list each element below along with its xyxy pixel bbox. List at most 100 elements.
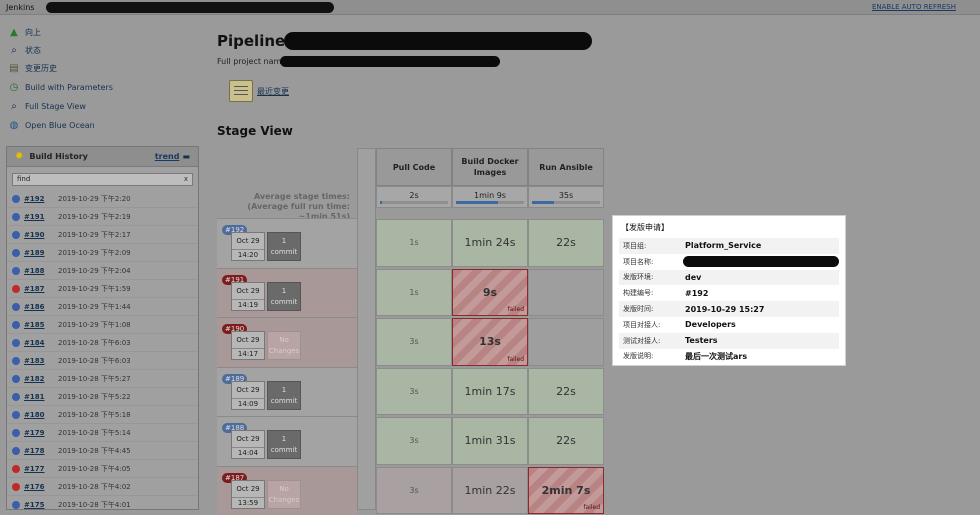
changes-box[interactable]: NoChanges <box>267 480 301 509</box>
build-number-link[interactable]: #182 <box>24 375 58 383</box>
clear-find-button[interactable]: x <box>184 174 188 185</box>
build-number-link[interactable]: #175 <box>24 501 58 509</box>
stage-view-divider <box>357 148 376 510</box>
build-date-month: Oct 29 <box>232 484 264 495</box>
build-history-row[interactable]: #1772019-10-28 下午4:05 <box>7 460 198 478</box>
build-history-row[interactable]: #1892019-10-29 下午2:09 <box>7 244 198 262</box>
build-history-row[interactable]: #1762019-10-28 下午4:02 <box>7 478 198 496</box>
sidebar-item-blue-ocean[interactable]: ◍ Open Blue Ocean <box>8 117 95 133</box>
build-number-link[interactable]: #188 <box>24 267 58 275</box>
stage-cell[interactable]: 1min 24s <box>452 219 528 267</box>
changes-box[interactable]: 1commit <box>267 282 301 311</box>
status-ball-icon <box>12 465 20 473</box>
search-icon: ⌕ <box>8 100 20 112</box>
stage-cell[interactable]: 9sfailed <box>452 269 528 317</box>
jenkins-brand[interactable]: Jenkins <box>6 0 34 15</box>
build-date: 2019-10-28 下午4:02 <box>58 482 131 492</box>
build-date-month: Oct 29 <box>232 286 264 297</box>
build-history-row[interactable]: #1832019-10-28 下午6:03 <box>7 352 198 370</box>
build-date-box: Oct 2914:04 <box>231 430 265 459</box>
stage-cell[interactable]: 1min 22s <box>452 467 528 515</box>
stage-cell[interactable]: 1s <box>376 269 452 317</box>
stage-cell[interactable]: 1min 31s <box>452 417 528 465</box>
status-ball-icon <box>12 393 20 401</box>
build-number-link[interactable]: #177 <box>24 465 58 473</box>
build-number-link[interactable]: #186 <box>24 303 58 311</box>
build-number-link[interactable]: #178 <box>24 447 58 455</box>
globe-icon: ◍ <box>8 119 20 131</box>
build-number-link[interactable]: #179 <box>24 429 58 437</box>
stage-cell[interactable]: 3s <box>376 467 452 515</box>
build-history-row[interactable]: #1902019-10-29 下午2:17 <box>7 226 198 244</box>
trend-minus-icon[interactable]: ▬ <box>182 152 190 161</box>
build-number-link[interactable]: #185 <box>24 321 58 329</box>
stage-cell[interactable]: 22s <box>528 368 604 416</box>
sidebar-item-status[interactable]: ⌕ 状态 <box>8 42 41 58</box>
changes-box[interactable]: 1commit <box>267 381 301 410</box>
build-history-row[interactable]: #1922019-10-29 下午2:20 <box>7 190 198 208</box>
stage-cell[interactable] <box>528 269 604 317</box>
stage-cell[interactable]: 3s <box>376 417 452 465</box>
stage-cell[interactable]: 3s <box>376 318 452 366</box>
build-date: 2019-10-29 下午1:59 <box>58 284 131 294</box>
stage-cell[interactable]: 1s <box>376 219 452 267</box>
stage-duration: 1min 31s <box>465 434 516 447</box>
sidebar-item-build-with-parameters[interactable]: ◷ Build with Parameters <box>8 79 113 95</box>
build-history-row[interactable]: #1912019-10-29 下午2:19 <box>7 208 198 226</box>
build-history-row[interactable]: #1842019-10-28 下午6:03 <box>7 334 198 352</box>
stage-cell[interactable]: 3s <box>376 368 452 416</box>
build-history-row[interactable]: #1822019-10-28 下午5:27 <box>7 370 198 388</box>
build-history-row[interactable]: #1882019-10-29 下午2:04 <box>7 262 198 280</box>
stage-duration: 1s <box>409 238 418 247</box>
stage-cell[interactable]: 13sfailed <box>452 318 528 366</box>
sidebar-item-up[interactable]: ▲ 向上 <box>8 24 41 40</box>
build-history-row[interactable]: #1862019-10-29 下午1:44 <box>7 298 198 316</box>
status-ball-icon <box>12 501 20 509</box>
build-history-row[interactable]: #1872019-10-29 下午1:59 <box>7 280 198 298</box>
stage-cell[interactable]: 22s <box>528 417 604 465</box>
build-history-row[interactable]: #1782019-10-28 下午4:45 <box>7 442 198 460</box>
sidebar-item-changes[interactable]: ▤ 变更历史 <box>8 60 57 76</box>
changes-box[interactable]: NoChanges <box>267 331 301 360</box>
trend-link[interactable]: trend <box>155 152 180 161</box>
stage-average-bar <box>532 201 600 204</box>
build-history-row[interactable]: #1802019-10-28 下午5:18 <box>7 406 198 424</box>
build-number-link[interactable]: #176 <box>24 483 58 491</box>
status-ball-icon <box>12 213 20 221</box>
build-number-link[interactable]: #192 <box>24 195 58 203</box>
popup-row: 发版说明:最后一次测试ars <box>619 349 839 365</box>
changes-box[interactable]: 1commit <box>267 232 301 261</box>
enable-auto-refresh-link[interactable]: ENABLE AUTO REFRESH <box>872 0 956 15</box>
build-number-link[interactable]: #191 <box>24 213 58 221</box>
stage-cell[interactable] <box>528 318 604 366</box>
sidebar-item-full-stage-view[interactable]: ⌕ Full Stage View <box>8 98 86 114</box>
sidebar-item-label: 向上 <box>25 27 41 38</box>
build-history-row[interactable]: #1752019-10-28 下午4:01 <box>7 496 198 514</box>
build-number-link[interactable]: #181 <box>24 393 58 401</box>
popup-row-value: #192 <box>685 289 708 298</box>
build-number-link[interactable]: #180 <box>24 411 58 419</box>
build-history-row[interactable]: #1812019-10-28 下午5:22 <box>7 388 198 406</box>
build-date: 2019-10-29 下午2:17 <box>58 230 131 240</box>
popup-row: 发版时间:2019-10-29 15:27 <box>619 301 839 317</box>
build-find-input[interactable]: find x <box>12 173 193 186</box>
changes-box[interactable]: 1commit <box>267 430 301 459</box>
sidebar-item-label: Build with Parameters <box>25 83 113 92</box>
build-row-info: #188Oct 2914:041commit <box>217 416 357 466</box>
build-number-link[interactable]: #187 <box>24 285 58 293</box>
popup-row-value: 最后一次测试ars <box>685 351 747 362</box>
build-number-link[interactable]: #190 <box>24 231 58 239</box>
popup-row-key: 发版环境: <box>623 272 685 282</box>
build-history-row[interactable]: #1852019-10-29 下午1:08 <box>7 316 198 334</box>
build-number-link[interactable]: #184 <box>24 339 58 347</box>
stage-cell[interactable]: 1min 17s <box>452 368 528 416</box>
build-number-link[interactable]: #189 <box>24 249 58 257</box>
build-date-box: Oct 2914:19 <box>231 282 265 311</box>
recent-changes-link[interactable]: 最近变更 <box>257 86 289 97</box>
build-number-link[interactable]: #183 <box>24 357 58 365</box>
build-history-row[interactable]: #1792019-10-28 下午5:14 <box>7 424 198 442</box>
stage-duration: 1s <box>409 288 418 297</box>
sidebar-item-label: Full Stage View <box>25 102 86 111</box>
stage-cell[interactable]: 2min 7sfailed <box>528 467 604 515</box>
stage-cell[interactable]: 22s <box>528 219 604 267</box>
